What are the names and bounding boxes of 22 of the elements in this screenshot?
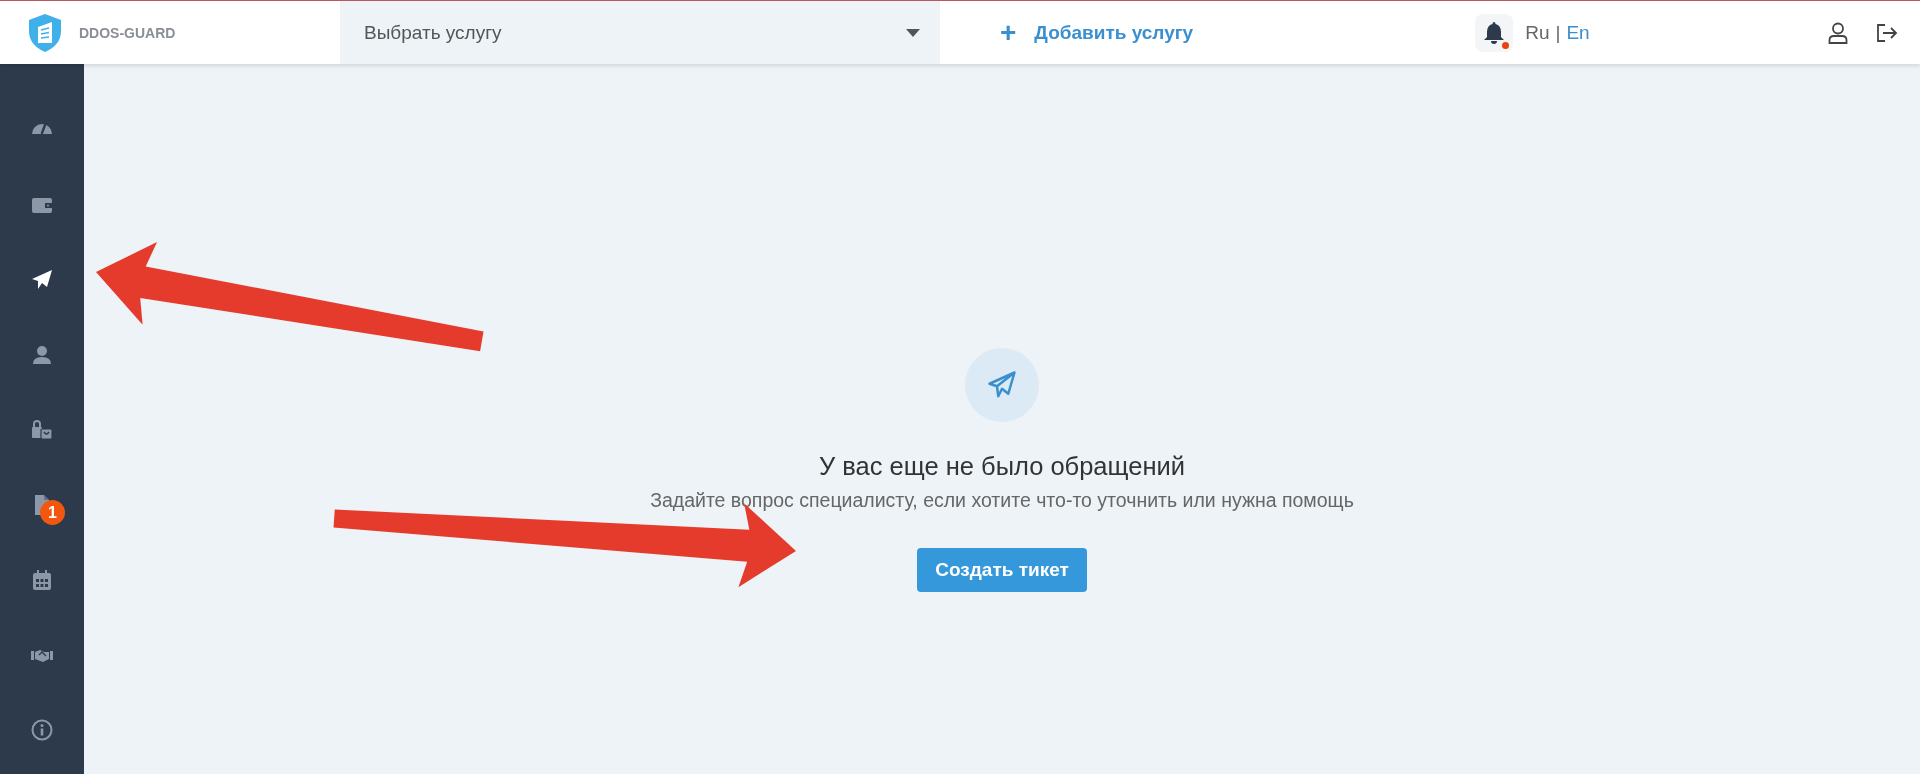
bell-icon [1483, 20, 1506, 45]
empty-state-title: У вас еще не было обращений [819, 452, 1185, 481]
language-separator: | [1555, 21, 1561, 44]
language-link[interactable]: En [1566, 21, 1590, 44]
count-badge: 1 [40, 500, 65, 525]
logout-icon[interactable] [1876, 22, 1898, 43]
user-icon [30, 343, 54, 367]
add-service-button[interactable]: + Добавить услугу [1000, 18, 1194, 47]
paper-plane-icon [987, 370, 1017, 400]
sidebar-item[interactable]: 1 [20, 485, 64, 525]
language-link[interactable]: Ru [1525, 21, 1550, 44]
caret-icon [906, 28, 920, 37]
create-ticket-button[interactable]: Создать тикет [917, 548, 1087, 592]
notifications-button[interactable] [1475, 13, 1514, 52]
service-select[interactable]: Выбрать услугу [340, 1, 940, 64]
shield-logo-icon [28, 12, 62, 53]
brand-name: DDOS-GUARD [79, 24, 176, 41]
info-icon [30, 718, 54, 742]
user-icon[interactable] [1828, 21, 1848, 44]
lock-bag-icon [30, 418, 54, 442]
empty-state-text: Задайте вопрос специалисту, если хотите что-то уточнить или нужна помощь [650, 489, 1354, 512]
calendar-icon [30, 568, 54, 592]
